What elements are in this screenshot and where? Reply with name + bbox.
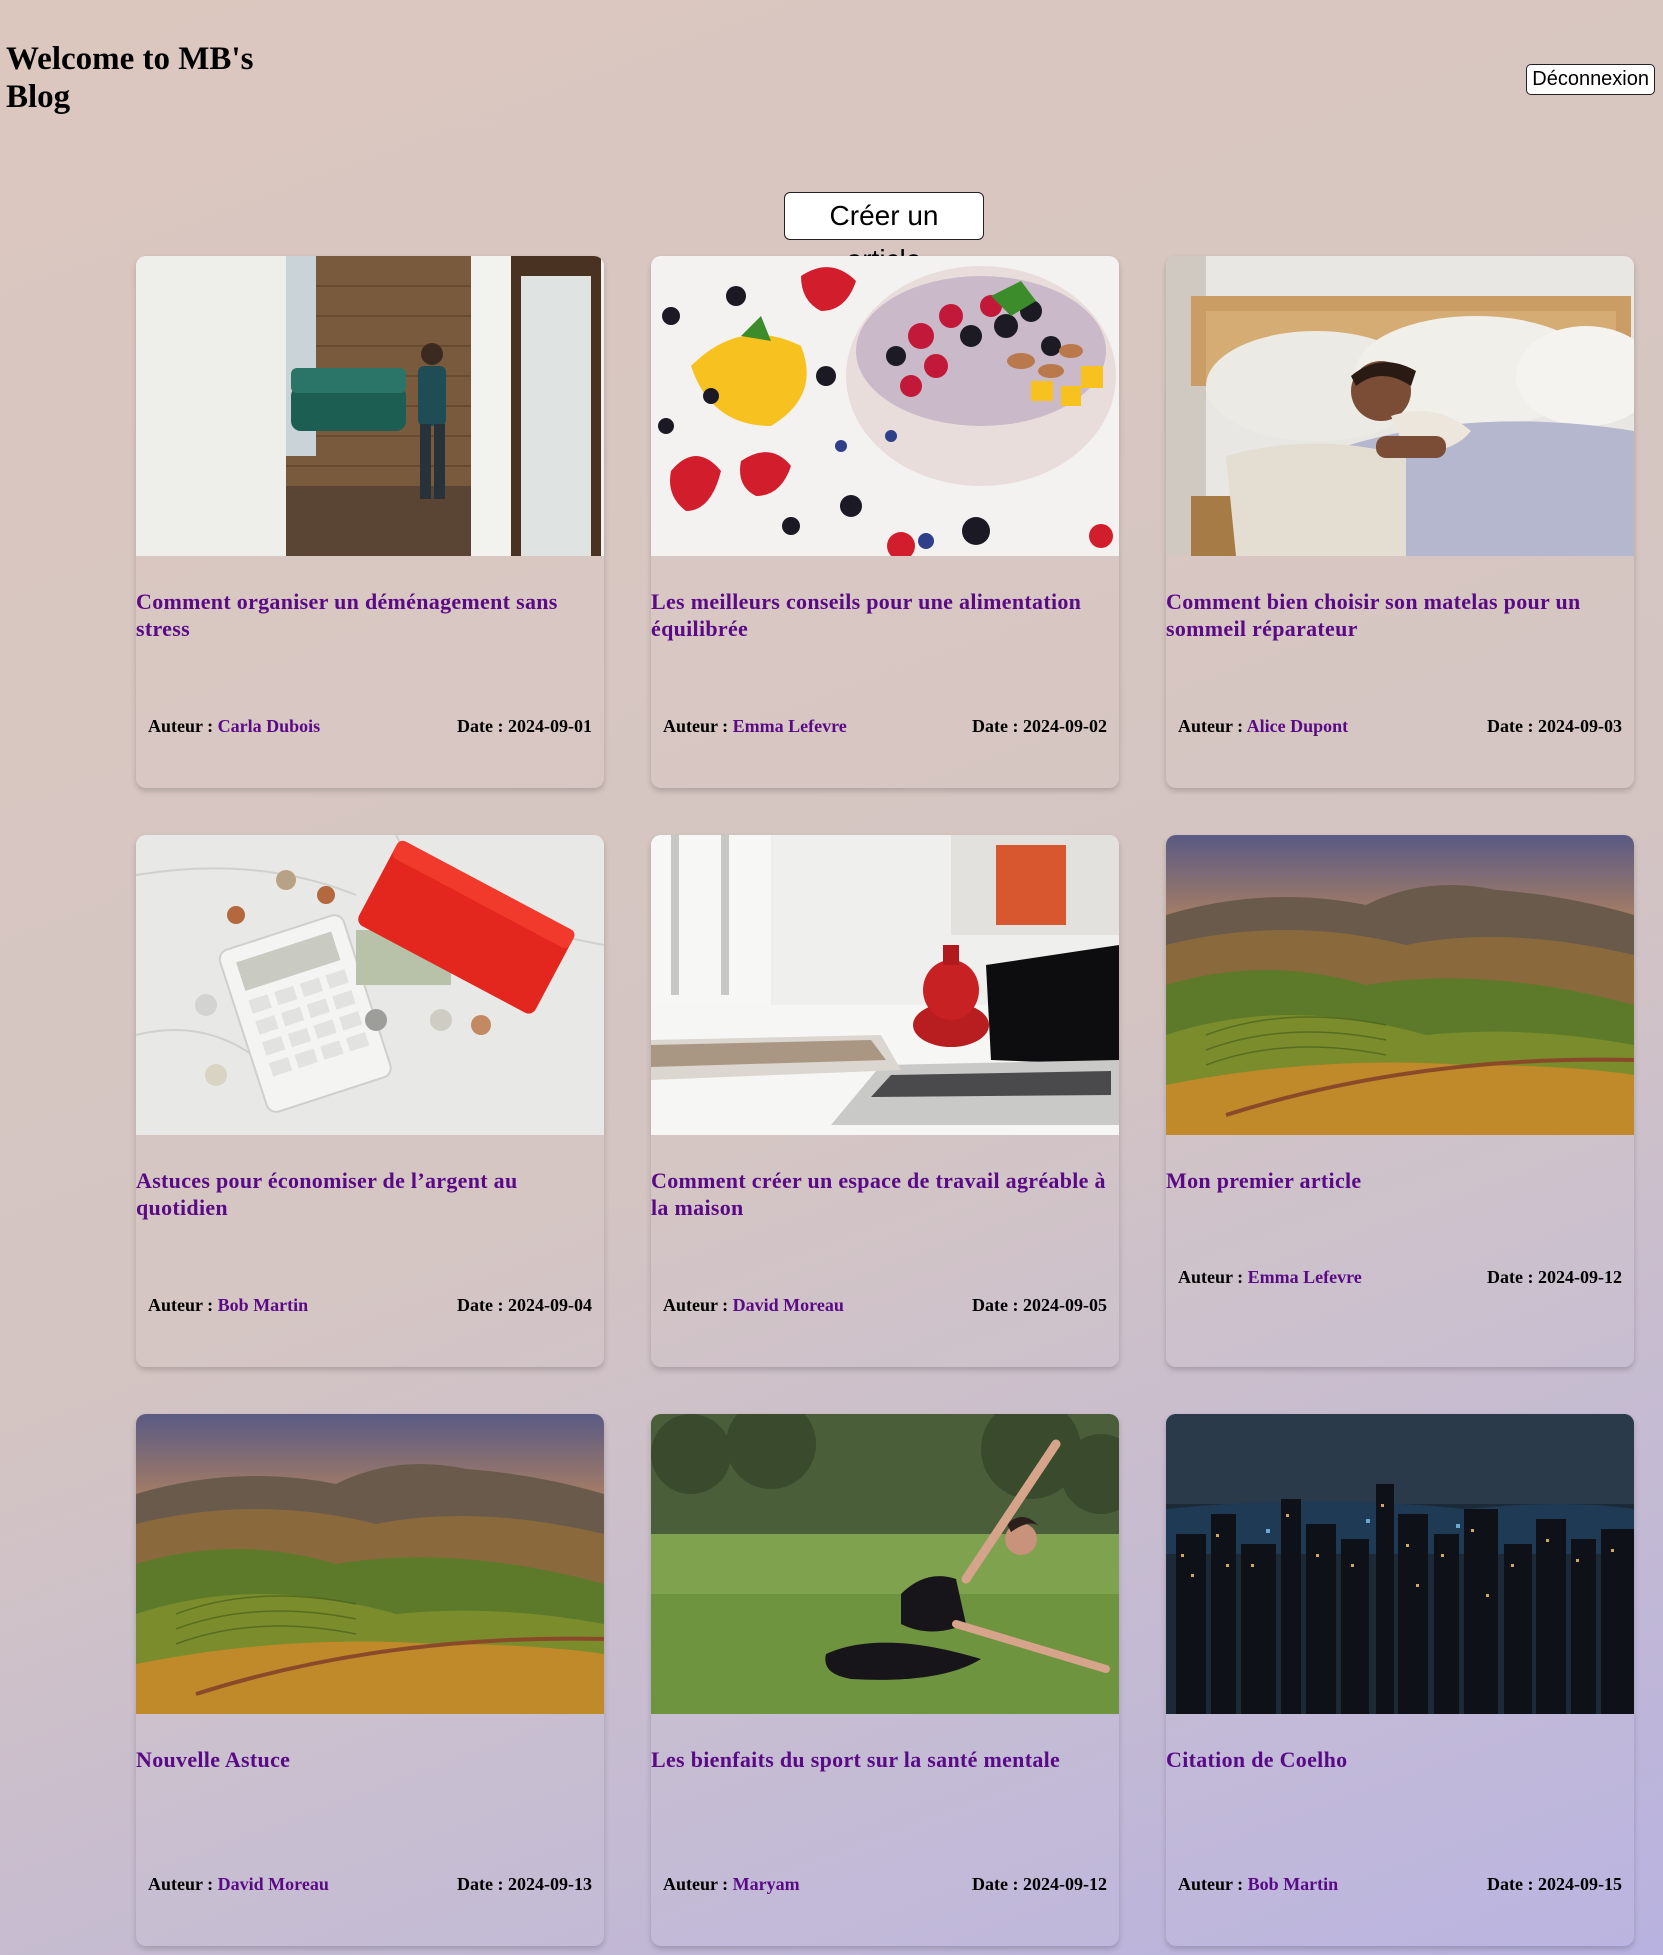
date-label: Date : [457,1295,508,1315]
author-label: Auteur : [663,1295,733,1315]
article-card[interactable]: Les meilleurs conseils pour une alimenta… [651,256,1119,788]
date-label: Date : [457,1874,508,1894]
author-line: Auteur : David Moreau [663,1295,844,1316]
article-date: 2024-09-03 [1538,716,1622,736]
article-meta: Auteur : Maryam Date : 2024-09-12 [663,1874,1107,1895]
date-line: Date : 2024-09-04 [457,1295,592,1316]
author-name[interactable]: Emma Lefevre [1248,1267,1362,1287]
date-label: Date : [457,716,508,736]
article-meta: Auteur : David Moreau Date : 2024-09-05 [663,1295,1107,1316]
article-image-calculator-wallet[interactable] [136,835,604,1135]
article-date: 2024-09-01 [508,716,592,736]
article-card[interactable]: Astuces pour économiser de l’argent au q… [136,835,604,1367]
date-label: Date : [1487,1267,1538,1287]
article-date: 2024-09-12 [1023,1874,1107,1894]
author-label: Auteur : [1178,1874,1248,1894]
article-meta: Auteur : Emma Lefevre Date : 2024-09-02 [663,716,1107,737]
article-meta: Auteur : Alice Dupont Date : 2024-09-03 [1178,716,1622,737]
article-image-fruit-bowl[interactable] [651,256,1119,556]
author-line: Auteur : Bob Martin [148,1295,308,1316]
article-image-sleeping[interactable] [1166,256,1634,556]
author-label: Auteur : [148,716,218,736]
date-label: Date : [1487,1874,1538,1894]
article-card[interactable]: Mon premier article Auteur : Emma Lefevr… [1166,835,1634,1367]
article-date: 2024-09-15 [1538,1874,1622,1894]
author-line: Auteur : Maryam [663,1874,800,1895]
article-card[interactable]: Comment créer un espace de travail agréa… [651,835,1119,1367]
article-meta: Auteur : Bob Martin Date : 2024-09-15 [1178,1874,1622,1895]
article-image-hills-sunset[interactable] [1166,835,1634,1135]
author-line: Auteur : Emma Lefevre [663,716,847,737]
article-date: 2024-09-13 [508,1874,592,1894]
site-title: Welcome to MB's Blog [6,41,254,115]
article-title[interactable]: Les meilleurs conseils pour une alimenta… [651,588,1119,642]
date-line: Date : 2024-09-15 [1487,1874,1622,1895]
author-line: Auteur : Emma Lefevre [1178,1267,1362,1288]
date-line: Date : 2024-09-12 [972,1874,1107,1895]
article-grid: Comment organiser un déménagement sans s… [136,256,1634,1946]
date-label: Date : [972,1295,1023,1315]
author-name[interactable]: Alice Dupont [1247,716,1349,736]
date-label: Date : [1487,716,1538,736]
article-card[interactable]: Citation de Coelho Auteur : Bob Martin D… [1166,1414,1634,1946]
article-title[interactable]: Les bienfaits du sport sur la santé ment… [651,1746,1119,1773]
logout-button[interactable]: Déconnexion [1526,64,1655,95]
article-title[interactable]: Citation de Coelho [1166,1746,1634,1773]
article-meta: Auteur : David Moreau Date : 2024-09-13 [148,1874,592,1895]
article-meta: Auteur : Emma Lefevre Date : 2024-09-12 [1178,1267,1622,1288]
author-name[interactable]: David Moreau [218,1874,329,1894]
author-label: Auteur : [663,716,733,736]
article-date: 2024-09-12 [1538,1267,1622,1287]
date-label: Date : [972,716,1023,736]
date-line: Date : 2024-09-12 [1487,1267,1622,1288]
create-article-button[interactable]: Créer un article [784,192,984,275]
author-label: Auteur : [148,1295,218,1315]
author-name[interactable]: Bob Martin [1248,1874,1339,1894]
author-name[interactable]: David Moreau [733,1295,844,1315]
article-card[interactable]: Comment organiser un déménagement sans s… [136,256,604,788]
article-card[interactable]: Comment bien choisir son matelas pour un… [1166,256,1634,788]
article-card[interactable]: Nouvelle Astuce Auteur : David Moreau Da… [136,1414,604,1946]
article-image-laptop-desk[interactable] [651,835,1119,1135]
date-line: Date : 2024-09-13 [457,1874,592,1895]
author-line: Auteur : Carla Dubois [148,716,320,737]
date-line: Date : 2024-09-03 [1487,716,1622,737]
article-image-city-night[interactable] [1166,1414,1634,1714]
date-line: Date : 2024-09-01 [457,716,592,737]
article-image-moving[interactable] [136,256,604,556]
date-label: Date : [972,1874,1023,1894]
author-label: Auteur : [148,1874,218,1894]
article-date: 2024-09-04 [508,1295,592,1315]
author-line: Auteur : Bob Martin [1178,1874,1338,1895]
article-title[interactable]: Mon premier article [1166,1167,1634,1194]
author-label: Auteur : [1178,1267,1248,1287]
author-name[interactable]: Carla Dubois [218,716,321,736]
author-name[interactable]: Emma Lefevre [733,716,847,736]
article-title[interactable]: Comment créer un espace de travail agréa… [651,1167,1119,1221]
article-meta: Auteur : Bob Martin Date : 2024-09-04 [148,1295,592,1316]
author-line: Auteur : Alice Dupont [1178,716,1348,737]
article-card[interactable]: Les bienfaits du sport sur la santé ment… [651,1414,1119,1946]
article-image-yoga[interactable] [651,1414,1119,1714]
article-title[interactable]: Comment bien choisir son matelas pour un… [1166,588,1634,642]
date-line: Date : 2024-09-05 [972,1295,1107,1316]
author-line: Auteur : David Moreau [148,1874,329,1895]
date-line: Date : 2024-09-02 [972,716,1107,737]
article-meta: Auteur : Carla Dubois Date : 2024-09-01 [148,716,592,737]
article-date: 2024-09-05 [1023,1295,1107,1315]
author-label: Auteur : [1178,716,1247,736]
article-title[interactable]: Nouvelle Astuce [136,1746,604,1773]
article-image-hills-sunset[interactable] [136,1414,604,1714]
article-title[interactable]: Astuces pour économiser de l’argent au q… [136,1167,604,1221]
article-title[interactable]: Comment organiser un déménagement sans s… [136,588,604,642]
author-name[interactable]: Maryam [733,1874,800,1894]
article-date: 2024-09-02 [1023,716,1107,736]
author-name[interactable]: Bob Martin [218,1295,309,1315]
author-label: Auteur : [663,1874,733,1894]
